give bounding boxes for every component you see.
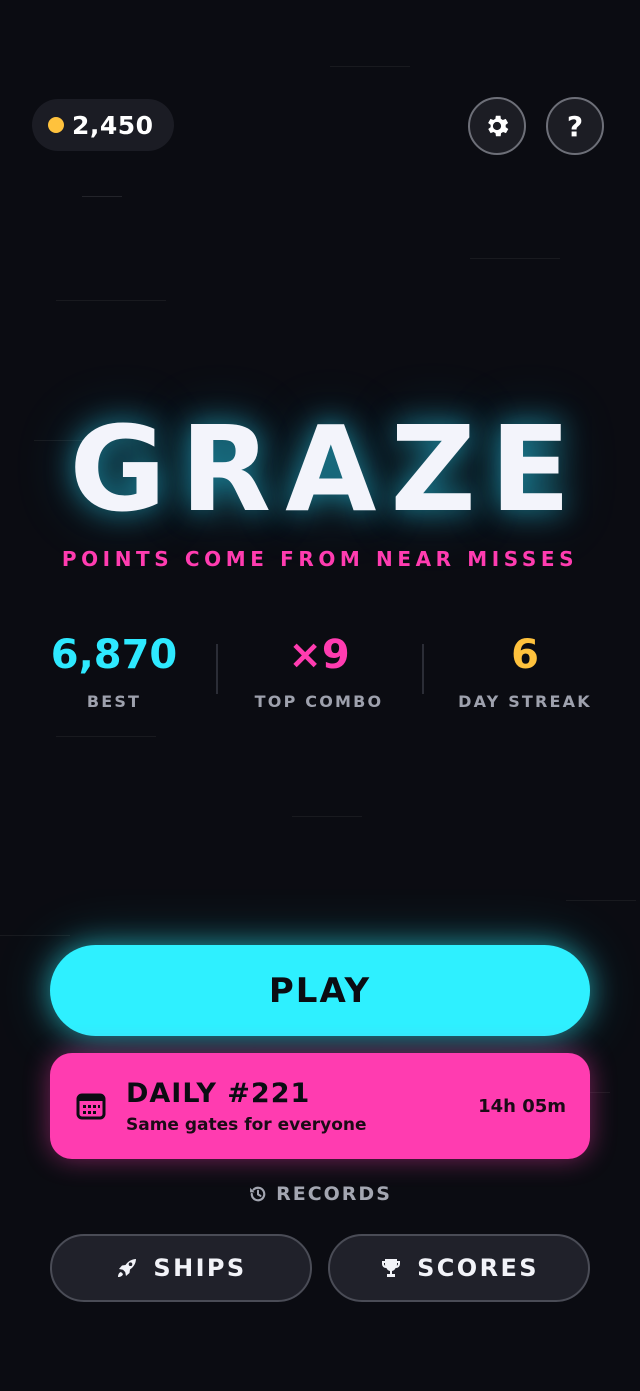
bg-streak bbox=[566, 900, 636, 901]
records-link[interactable]: RECORDS bbox=[0, 1183, 640, 1205]
tagline: POINTS COME FROM NEAR MISSES bbox=[61, 547, 579, 571]
scores-label: SCORES bbox=[417, 1254, 539, 1282]
daily-title: DAILY #221 bbox=[126, 1078, 311, 1109]
gear-icon bbox=[488, 115, 509, 137]
daily-timer: 14h 05m bbox=[478, 1095, 566, 1117]
ships-button[interactable]: SHIPS bbox=[50, 1234, 312, 1302]
ship-icon bbox=[118, 1259, 137, 1277]
settings-button[interactable] bbox=[468, 97, 526, 155]
stat-best-label: BEST bbox=[86, 692, 142, 711]
bg-streak bbox=[56, 736, 156, 737]
bg-streak bbox=[56, 300, 166, 301]
help-button[interactable]: ? bbox=[546, 97, 604, 155]
game-title: GRAZE bbox=[69, 400, 585, 538]
coin-counter: 2,450 bbox=[32, 99, 174, 151]
scores-button[interactable]: SCORES bbox=[328, 1234, 590, 1302]
stat-divider bbox=[216, 644, 218, 694]
daily-subtitle: Same gates for everyone bbox=[126, 1115, 367, 1135]
bg-streak bbox=[330, 66, 410, 67]
stat-divider bbox=[422, 644, 424, 694]
bg-streak bbox=[292, 816, 362, 817]
records-label: RECORDS bbox=[276, 1183, 392, 1205]
coin-icon bbox=[48, 117, 64, 133]
stat-top-combo-label: TOP COMBO bbox=[254, 692, 384, 711]
play-button[interactable]: PLAY bbox=[50, 945, 590, 1036]
stat-top-combo: ×9 TOP COMBO bbox=[219, 630, 419, 711]
stat-day-streak-value: 6 bbox=[511, 632, 539, 678]
daily-challenge-button[interactable]: DAILY #221 Same gates for everyone 14h 0… bbox=[50, 1053, 590, 1159]
coin-balance: 2,450 bbox=[72, 110, 154, 140]
calendar-icon bbox=[76, 1093, 106, 1120]
stat-best: 6,870 BEST bbox=[14, 630, 214, 711]
bg-streak bbox=[0, 935, 70, 936]
ships-label: SHIPS bbox=[153, 1254, 247, 1282]
bg-streak bbox=[82, 196, 122, 197]
play-label: PLAY bbox=[268, 970, 372, 1011]
stat-day-streak: 6 DAY STREAK bbox=[425, 630, 625, 711]
history-icon bbox=[250, 1186, 266, 1202]
help-icon: ? bbox=[566, 109, 584, 143]
trophy-icon bbox=[382, 1259, 401, 1277]
stat-best-value: 6,870 bbox=[50, 632, 178, 678]
bg-streak bbox=[470, 258, 560, 259]
stat-day-streak-label: DAY STREAK bbox=[458, 692, 592, 711]
stat-top-combo-value: ×9 bbox=[288, 632, 350, 678]
